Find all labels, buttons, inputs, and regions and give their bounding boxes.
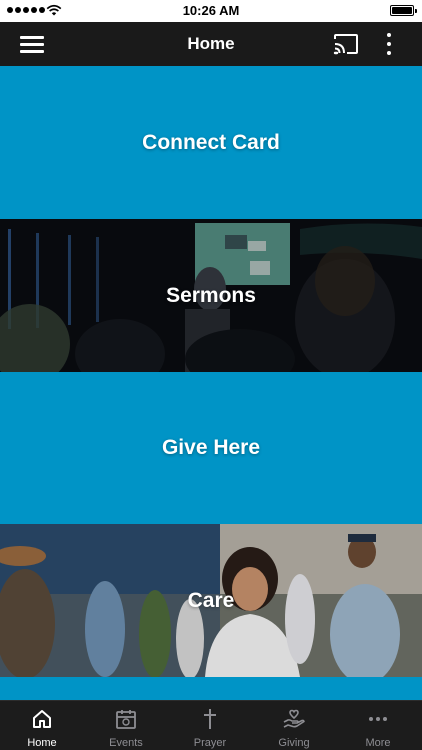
tile-sermons[interactable]: Sermons xyxy=(0,219,422,372)
tab-giving[interactable]: Giving xyxy=(252,701,336,750)
tab-label: Giving xyxy=(278,737,310,749)
status-bar: 10:26 AM xyxy=(0,0,422,22)
more-horizontal-icon xyxy=(369,717,387,721)
tab-bar: Home Events Prayer Giving More xyxy=(0,700,422,750)
calendar-icon xyxy=(116,710,136,729)
tile-label: Sermons xyxy=(166,283,256,307)
tab-label: Events xyxy=(109,737,143,749)
tile-label: Care xyxy=(187,588,235,612)
tab-events[interactable]: Events xyxy=(84,701,168,750)
tab-label: More xyxy=(365,737,391,749)
tab-more[interactable]: More xyxy=(336,701,420,750)
home-tiles: Connect Card Sermons Give Here Care xyxy=(0,66,422,700)
battery-icon xyxy=(390,5,417,16)
tab-prayer[interactable]: Prayer xyxy=(168,701,252,750)
tile-care[interactable]: Care xyxy=(0,524,422,677)
tile-connect-card[interactable]: Connect Card xyxy=(0,66,422,219)
status-time: 10:26 AM xyxy=(182,3,240,18)
tab-label: Home xyxy=(27,737,57,749)
tile-give-here[interactable]: Give Here xyxy=(0,372,422,524)
more-vertical-icon xyxy=(387,33,391,37)
more-options-button[interactable] xyxy=(381,32,397,56)
tile-label: Connect Card xyxy=(142,130,280,154)
cross-icon xyxy=(204,709,216,729)
tile-label: Give Here xyxy=(161,436,261,459)
cast-icon xyxy=(333,34,358,55)
giving-hand-icon xyxy=(283,709,305,728)
tab-label: Prayer xyxy=(193,737,227,749)
tab-home[interactable]: Home xyxy=(0,701,84,750)
home-icon xyxy=(33,710,51,728)
cast-button[interactable] xyxy=(333,32,359,56)
app-header: Home xyxy=(0,22,422,66)
tile-next[interactable] xyxy=(0,677,422,700)
